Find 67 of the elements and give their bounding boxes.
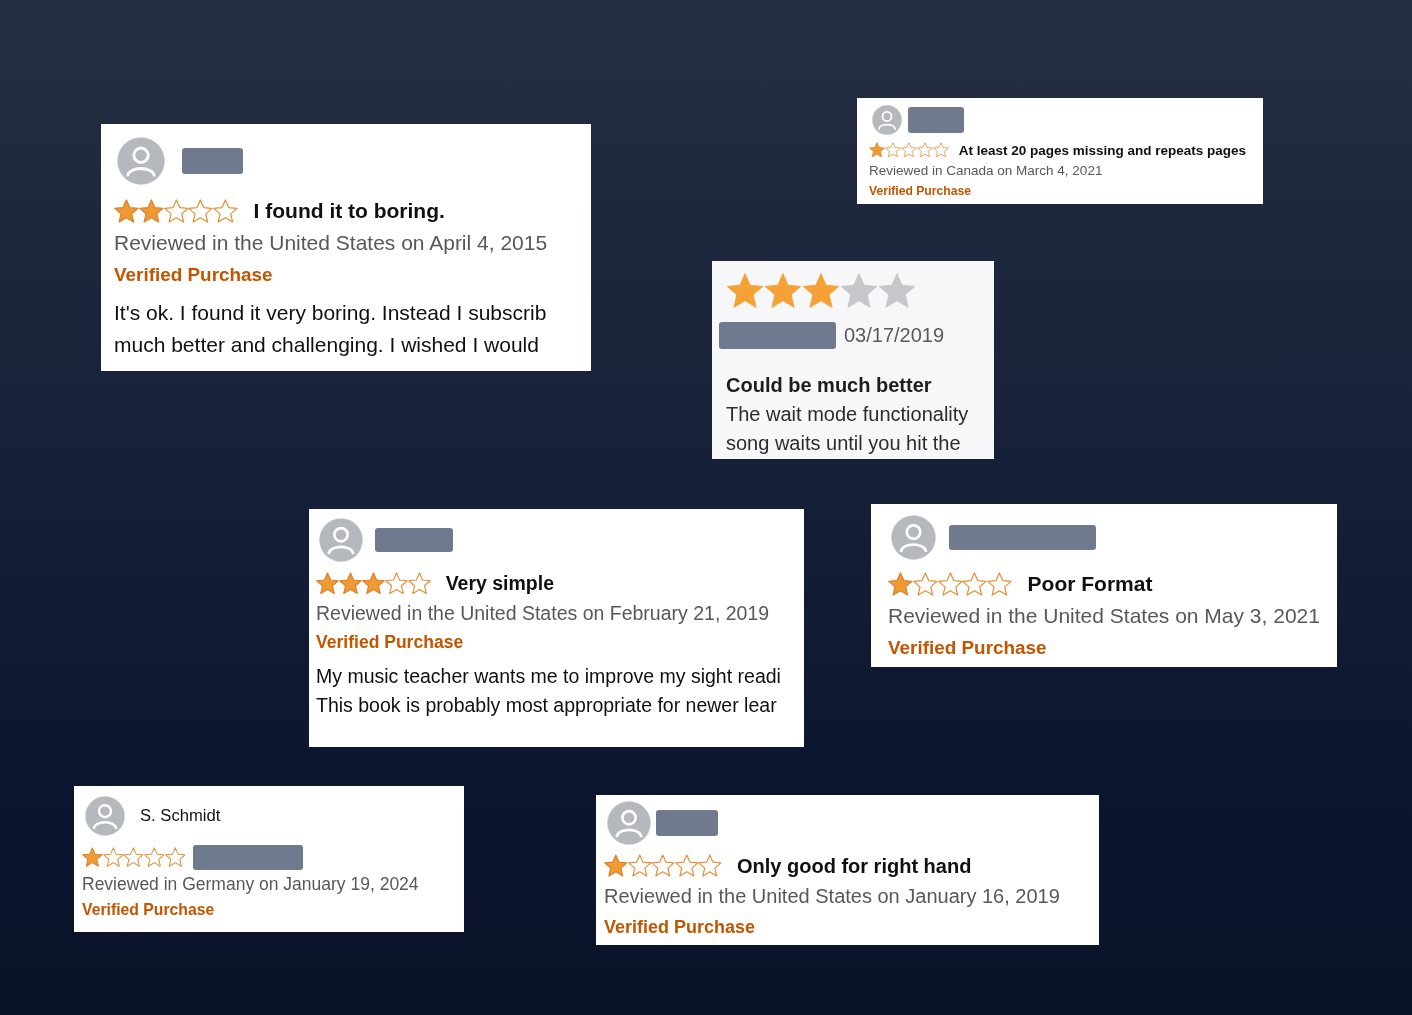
- review-text: This book is probably most appropriate for newer lear: [316, 693, 777, 719]
- star-outline-icon: [900, 142, 917, 159]
- star-icon: [316, 572, 339, 596]
- avatar-icon: [85, 796, 125, 836]
- star-outline-icon: [651, 854, 675, 878]
- star-outline-icon: [102, 846, 124, 868]
- star-icon: [114, 198, 139, 224]
- star-icon: [604, 854, 628, 878]
- verified-purchase-label: Verified Purchase: [316, 631, 464, 655]
- star-icon: [869, 142, 885, 159]
- star-outline-icon: [698, 854, 722, 878]
- star-icon: [339, 572, 362, 596]
- review-title: I found it to boring.: [253, 198, 445, 223]
- review-text: My music teacher wants me to improve my sight readi: [316, 663, 781, 689]
- star-icon: [888, 571, 913, 597]
- star-icon: [362, 572, 385, 596]
- star-outline-icon: [674, 854, 699, 878]
- review-meta: Reviewed in Germany on January 19, 2024: [82, 872, 419, 896]
- star-outline-icon: [962, 571, 988, 597]
- star-outline-icon: [408, 572, 431, 596]
- review-meta: Reviewed in the United States on May 3, 2021: [888, 602, 1320, 629]
- star-outline-icon: [878, 272, 916, 310]
- star-icon: [726, 272, 764, 310]
- star-outline-icon: [627, 854, 652, 878]
- review-title: At least 20 pages missing and repeats pages: [958, 142, 1247, 158]
- verified-purchase-label: Verified Purchase: [888, 635, 1047, 660]
- review-date: 03/17/2019: [844, 324, 945, 347]
- star-icon: [764, 272, 802, 310]
- review-text: The wait mode functionality: [726, 402, 969, 427]
- star-icon: [802, 272, 840, 310]
- review-meta: Reviewed in the United States on February 21, 2019: [316, 600, 770, 626]
- star-outline-icon: [840, 272, 878, 310]
- avatar-icon: [607, 801, 651, 845]
- review-meta: Reviewed in the United States on January 16, 2019: [604, 884, 1060, 910]
- star-outline-icon: [884, 142, 901, 159]
- review-meta: Reviewed in Canada on March 4, 2021: [869, 161, 1103, 180]
- star-outline-icon: [213, 198, 238, 224]
- review-title: Only good for right hand: [736, 854, 972, 878]
- verified-purchase-label: Verified Purchase: [604, 915, 756, 939]
- star-outline-icon: [188, 198, 214, 224]
- review-title: Poor Format: [1027, 571, 1153, 596]
- star-outline-icon: [937, 571, 963, 597]
- star-outline-icon: [912, 571, 938, 597]
- star-icon: [82, 846, 103, 868]
- review-title: Could be much better: [726, 373, 932, 398]
- avatar-icon: [891, 515, 936, 560]
- avatar-icon: [117, 137, 165, 185]
- star-outline-icon: [987, 571, 1012, 597]
- star-outline-icon: [932, 142, 949, 159]
- star-outline-icon: [385, 572, 408, 596]
- star-outline-icon: [143, 846, 165, 868]
- review-text: It's ok. I found it very boring. Instead I subscrib: [114, 299, 547, 326]
- star-outline-icon: [123, 846, 144, 868]
- review-title: Very simple: [445, 572, 555, 596]
- star-icon: [138, 198, 164, 224]
- reviewer-name: S. Schmidt: [140, 806, 221, 826]
- star-outline-icon: [164, 846, 186, 868]
- verified-purchase-label: Verified Purchase: [82, 900, 215, 921]
- star-outline-icon: [916, 142, 933, 159]
- review-meta: Reviewed in the United States on April 4, 2015: [114, 229, 548, 256]
- review-text: song waits until you hit the: [726, 431, 961, 456]
- avatar-icon: [872, 105, 902, 135]
- avatar-icon: [319, 518, 363, 562]
- verified-purchase-label: Verified Purchase: [114, 262, 273, 287]
- verified-purchase-label: Verified Purchase: [869, 183, 971, 200]
- star-outline-icon: [163, 198, 189, 224]
- review-text: much better and challenging. I wished I would: [114, 331, 539, 358]
